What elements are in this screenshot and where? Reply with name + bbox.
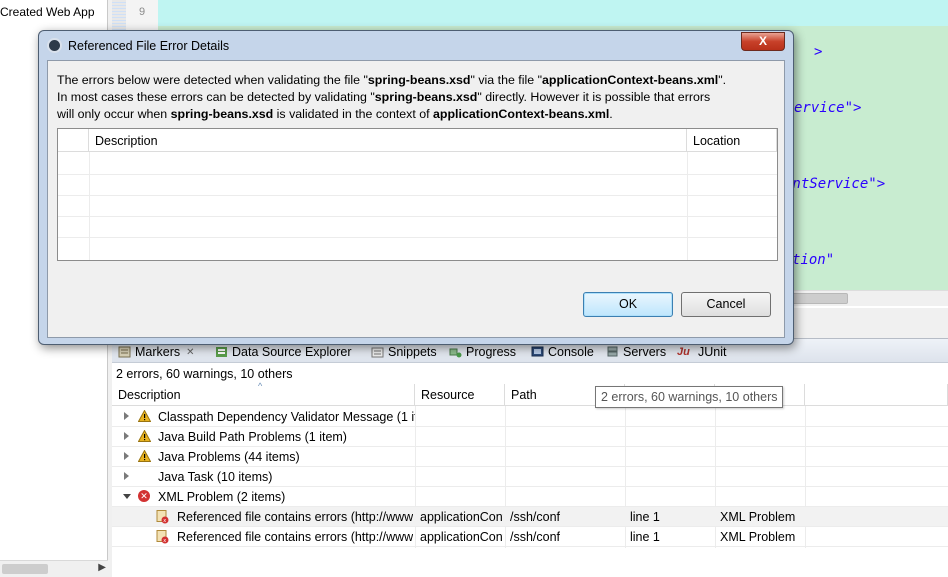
error-icon: ✕ [138,490,150,502]
servers-icon [606,346,619,358]
marker-description: XML Problem (2 items) [158,490,286,504]
marker-location: line 1 [630,530,660,544]
table-row-divider [58,216,777,217]
tree-item-project[interactable]: Created Web App [0,5,95,19]
message-line: In most cases these errors can be detect… [57,90,711,104]
tab-console[interactable]: Console [531,344,594,360]
dialog-body: The errors below were detected when vali… [47,60,785,338]
collapse-icon[interactable] [123,494,131,499]
dialog-title: Referenced File Error Details [68,39,230,53]
warning-icon [138,450,151,462]
code-fragment: ervice"> [794,100,862,116]
tab-label: Progress [466,345,517,359]
left-hscroll-thumb[interactable] [2,564,48,574]
marker-group-row[interactable]: Java Build Path Problems (1 item) [112,427,948,447]
message-line: The errors below were detected when vali… [57,73,727,87]
column-header-resource[interactable]: Resource [415,384,505,406]
column-divider [687,152,688,260]
marker-group-row[interactable]: Java Task (10 items) [112,467,948,487]
marker-description: Java Task (10 items) [158,470,273,484]
dialog-message: The errors below were detected when vali… [57,72,777,123]
markers-summary: 2 errors, 60 warnings, 10 others [116,367,293,381]
message-line: will only occur when spring-beans.xsd is… [57,107,613,121]
marker-resource: applicationContext-beans.xml [420,530,503,544]
tab-label: JUnit [698,345,727,359]
markers-icon [118,346,131,358]
code-fragment: tion" [792,252,835,268]
marker-group-row[interactable]: Java Problems (44 items) [112,447,948,467]
ok-button[interactable]: OK [583,292,673,317]
marker-type: XML Problem [720,530,796,544]
tab-junit[interactable]: Ju JUnit [677,344,726,360]
svg-text:x: x [163,518,166,524]
marker-group-row[interactable]: ✕ XML Problem (2 items) [112,487,948,507]
code-fragment: > [814,44,823,60]
tab-label: Servers [623,345,667,359]
tab-markers[interactable]: Markers ✕ [118,344,195,360]
console-icon [531,346,544,358]
column-header-extra[interactable] [805,384,948,406]
marker-description: Referenced file contains errors (http://… [177,530,413,544]
file-error-icon: x [156,530,169,544]
marker-row[interactable]: x Referenced file contains errors (http:… [112,527,948,547]
tab-data-source-explorer[interactable]: Data Source Explorer [215,344,352,360]
scroll-right-icon[interactable]: ▶ [98,562,106,573]
error-details-table[interactable]: Description Location [57,128,778,261]
progress-icon [449,346,462,358]
expand-icon[interactable] [124,472,129,480]
close-icon[interactable]: ✕ [186,347,194,358]
eclipse-icon [47,38,62,53]
table-row-divider [58,195,777,196]
tab-label: Markers [135,345,181,359]
marker-group-row[interactable]: Classpath Dependency Validator Message (… [112,407,948,427]
marker-description: Classpath Dependency Validator Message (… [158,410,415,424]
tab-progress[interactable]: Progress [449,344,516,360]
referenced-file-error-dialog: Referenced File Error Details X The erro… [38,30,794,345]
dialog-titlebar[interactable]: Referenced File Error Details X [39,31,793,59]
table-row-divider [58,174,777,175]
tab-label: Console [548,345,594,359]
column-header-description[interactable]: Description [89,129,687,152]
column-header-icon [58,129,89,152]
sort-ascending-icon: ^ [258,381,263,391]
marker-path: /ssh/conf [510,510,561,524]
tab-servers[interactable]: Servers [606,344,666,360]
marker-description: Java Problems (44 items) [158,450,300,464]
column-header-description[interactable]: Description ^ [112,381,415,406]
warning-icon [138,410,151,422]
file-error-icon: x [156,510,169,524]
snippets-icon [371,346,384,358]
cancel-button[interactable]: Cancel [681,292,771,317]
expand-icon[interactable] [124,432,129,440]
marker-description: Java Build Path Problems (1 item) [158,430,347,444]
expand-icon[interactable] [124,412,129,420]
marker-description: Referenced file contains errors (http://… [177,510,413,524]
junit-icon: Ju [677,346,690,358]
table-row-divider [58,237,777,238]
summary-tooltip: 2 errors, 60 warnings, 10 others [595,386,784,408]
marker-location: line 1 [630,510,660,524]
expand-icon[interactable] [124,452,129,460]
marker-path: /ssh/conf [510,530,561,544]
code-fragment: entService"> [784,176,886,192]
close-button[interactable]: X [741,32,785,51]
marker-type: XML Problem [720,510,796,524]
tab-label: Snippets [388,345,437,359]
warning-icon [138,430,151,442]
left-hscrollbar[interactable]: ▶ [0,560,108,577]
markers-view: Markers ✕ Data Source Explorer Snippets … [112,338,948,577]
column-header-location[interactable]: Location [687,129,777,152]
marker-resource: applicationContext-beans.xml [420,510,503,524]
marker-row[interactable]: x Referenced file contains errors (http:… [112,507,948,527]
tab-snippets[interactable]: Snippets [371,344,437,360]
column-divider [89,152,90,260]
data-source-icon [215,346,228,358]
svg-text:x: x [163,538,166,544]
tab-label: Data Source Explorer [232,345,352,359]
